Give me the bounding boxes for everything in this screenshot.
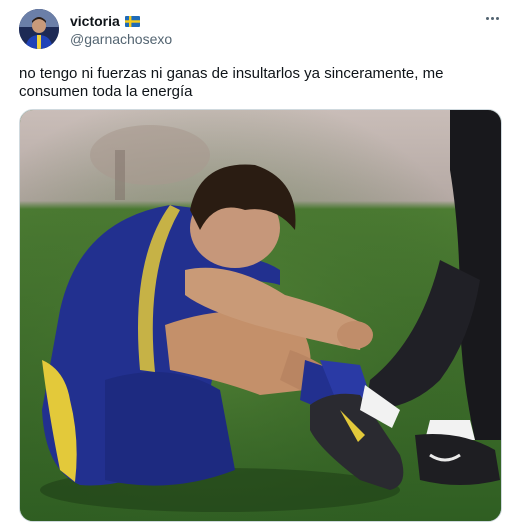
avatar-image (19, 9, 59, 49)
tweet-photo[interactable] (19, 109, 502, 522)
tweet: victoria @garnachosexo no tengo ni fuerz… (0, 0, 508, 524)
author-handle[interactable]: @garnachosexo (70, 31, 172, 47)
tweet-text: no tengo ni fuerzas ni ganas de insultar… (19, 65, 444, 100)
more-options-icon[interactable] (480, 10, 504, 26)
photo-soccer-player-sitting-on-grass (20, 110, 501, 521)
avatar[interactable] (19, 9, 59, 49)
sweden-flag-icon (124, 15, 140, 27)
author-name-row: victoria (70, 12, 140, 30)
author-display-name[interactable]: victoria (70, 12, 120, 30)
